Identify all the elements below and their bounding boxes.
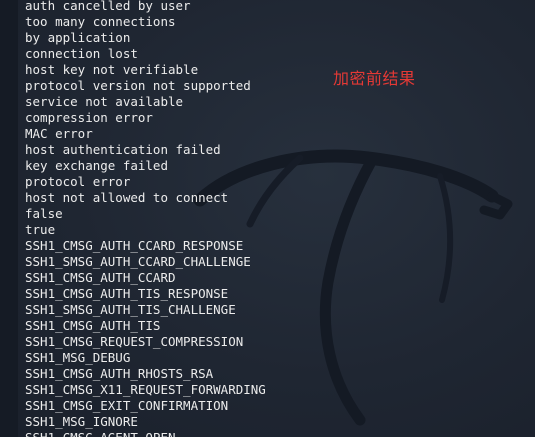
terminal-window[interactable]: auth cancelled by user too many connectio… xyxy=(0,0,535,437)
terminal-line: SSH1_CMSG_AUTH_TIS_RESPONSE xyxy=(25,286,229,301)
terminal-line: host not allowed to connect xyxy=(25,190,229,205)
terminal-line: SSH1_CMSG_AUTH_CCARD_RESPONSE xyxy=(25,238,244,253)
terminal-line: SSH1_CMSG_AUTH_RHOSTS_RSA xyxy=(25,366,214,381)
terminal-line: SSH1_MSG_DEBUG xyxy=(25,350,131,365)
terminal-line: false xyxy=(25,206,63,221)
terminal-line: true xyxy=(25,222,56,237)
terminal-line: SSH1_CMSG_AUTH_CCARD xyxy=(25,270,176,285)
terminal-line: protocol version not supported xyxy=(25,78,251,93)
terminal-line: protocol error xyxy=(25,174,131,189)
terminal-line: SSH1_CMSG_EXIT_CONFIRMATION xyxy=(25,398,229,413)
terminal-line: SSH1_SMSG_AUTH_CCARD_CHALLENGE xyxy=(25,254,251,269)
terminal-line: SSH1_CMSG_REQUEST_COMPRESSION xyxy=(25,334,244,349)
terminal-line: MAC error xyxy=(25,126,93,141)
terminal-line: by application xyxy=(25,30,131,45)
terminal-line: key exchange failed xyxy=(25,158,168,173)
terminal-line: auth cancelled by user xyxy=(25,0,191,13)
terminal-line: SSH1_SMSG_AUTH_TIS_CHALLENGE xyxy=(25,302,236,317)
terminal-line: connection lost xyxy=(25,46,138,61)
terminal-line: SSH1_CMSG_X11_REQUEST_FORWARDING xyxy=(25,382,266,397)
terminal-line: service not available xyxy=(25,94,184,109)
terminal-line: SSH1_CMSG_AUTH_TIS xyxy=(25,318,161,333)
terminal-line: SSH1_MSG_IGNORE xyxy=(25,414,138,429)
terminal-output: auth cancelled by user too many connectio… xyxy=(25,0,266,437)
terminal-line: host authentication failed xyxy=(25,142,221,157)
terminal-line: host key not verifiable xyxy=(25,62,199,77)
terminal-line: SSH1_CMSG_AGENT_OPEN xyxy=(25,430,266,437)
annotation-label: 加密前结果 xyxy=(333,69,416,88)
terminal-line: too many connections xyxy=(25,14,176,29)
terminal-line: compression error xyxy=(25,110,153,125)
